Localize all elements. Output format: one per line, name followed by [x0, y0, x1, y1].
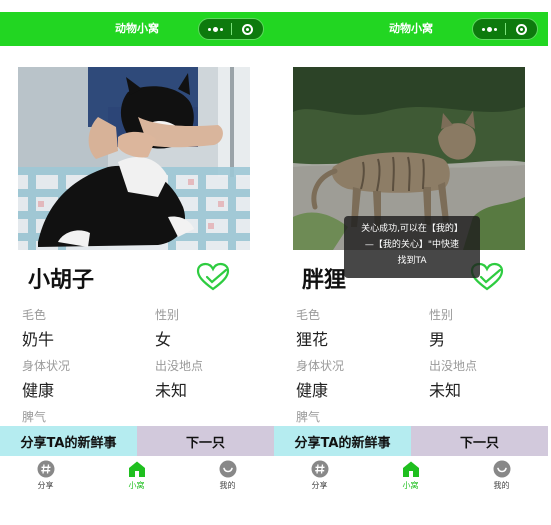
fur-color-label: 毛色	[296, 308, 321, 322]
next-animal-button[interactable]: 下一只	[411, 426, 548, 456]
health-label: 身体状况	[296, 359, 345, 373]
fur-color-value: 奶牛	[22, 330, 55, 349]
animal-name: 胖狸	[302, 268, 347, 293]
toast-line: 关心成功,可以在【我的】	[361, 224, 463, 234]
temper-label: 脾气	[22, 410, 47, 424]
health-value: 健康	[22, 381, 55, 400]
hash-icon	[311, 460, 328, 478]
health-value: 健康	[296, 381, 329, 400]
mini-program-capsule	[198, 18, 264, 40]
favorite-heart-icon[interactable]	[196, 262, 230, 292]
more-menu-icon[interactable]	[473, 19, 505, 39]
tab-label: 我的	[219, 481, 236, 490]
tuxedo-cat-photo-icon	[18, 67, 250, 250]
mini-program-capsule	[472, 18, 538, 40]
location-value: 未知	[429, 381, 462, 400]
more-menu-icon[interactable]	[199, 19, 231, 39]
share-news-button[interactable]: 分享TA的新鲜事	[0, 426, 137, 456]
next-animal-button[interactable]: 下一只	[137, 426, 274, 456]
tab-label: 小窝	[402, 481, 419, 490]
tab-label: 分享	[37, 481, 54, 490]
location-value: 未知	[155, 381, 188, 400]
fur-color-label: 毛色	[22, 308, 47, 322]
tab-nest[interactable]: 小窝	[365, 456, 456, 496]
close-program-icon[interactable]	[232, 19, 263, 39]
tab-share[interactable]: 分享	[0, 456, 91, 496]
location-label: 出没地点	[429, 359, 478, 373]
tab-nest[interactable]: 小窝	[91, 456, 182, 496]
tab-share[interactable]: 分享	[274, 456, 365, 496]
gender-value: 女	[155, 330, 172, 349]
phone-screen-right: 动物小窝 胖狸 关心成功,可以在【我的】 —【我的关心】"中快速 找到TA 毛色…	[274, 0, 548, 500]
gender-label: 性别	[429, 308, 454, 322]
profile-icon	[219, 460, 236, 478]
tab-label: 小窝	[128, 481, 145, 490]
close-program-icon[interactable]	[506, 19, 537, 39]
gender-label: 性别	[155, 308, 180, 322]
health-label: 身体状况	[22, 359, 71, 373]
temper-label: 脾气	[296, 410, 321, 424]
home-icon	[402, 461, 419, 477]
tab-mine[interactable]: 我的	[456, 456, 547, 496]
favorite-success-toast: 关心成功,可以在【我的】 —【我的关心】"中快速 找到TA	[344, 216, 480, 278]
tab-bar: 分享 小窝 我的	[0, 456, 274, 496]
phone-screen-left: 动物小窝 小胡子 毛色 奶牛 性别 女 身体状况 健康 出没地点 未知 脾气 分…	[0, 0, 274, 500]
tab-label: 分享	[311, 481, 328, 490]
tab-label: 我的	[493, 481, 510, 490]
profile-icon	[493, 460, 510, 478]
toast-line: —【我的关心】"中快速	[364, 240, 460, 250]
hash-icon	[37, 460, 54, 478]
location-label: 出没地点	[155, 359, 204, 373]
animal-name: 小胡子	[28, 268, 95, 293]
tab-mine[interactable]: 我的	[182, 456, 273, 496]
tab-bar: 分享 小窝 我的	[274, 456, 548, 496]
home-icon	[128, 461, 145, 477]
navigation-bar: 动物小窝	[0, 12, 274, 46]
animal-photo[interactable]	[18, 67, 250, 250]
gender-value: 男	[429, 330, 446, 349]
toast-line: 找到TA	[397, 256, 427, 266]
fur-color-value: 狸花	[296, 330, 329, 349]
navigation-bar: 动物小窝	[274, 12, 548, 46]
share-news-button[interactable]: 分享TA的新鲜事	[274, 426, 411, 456]
